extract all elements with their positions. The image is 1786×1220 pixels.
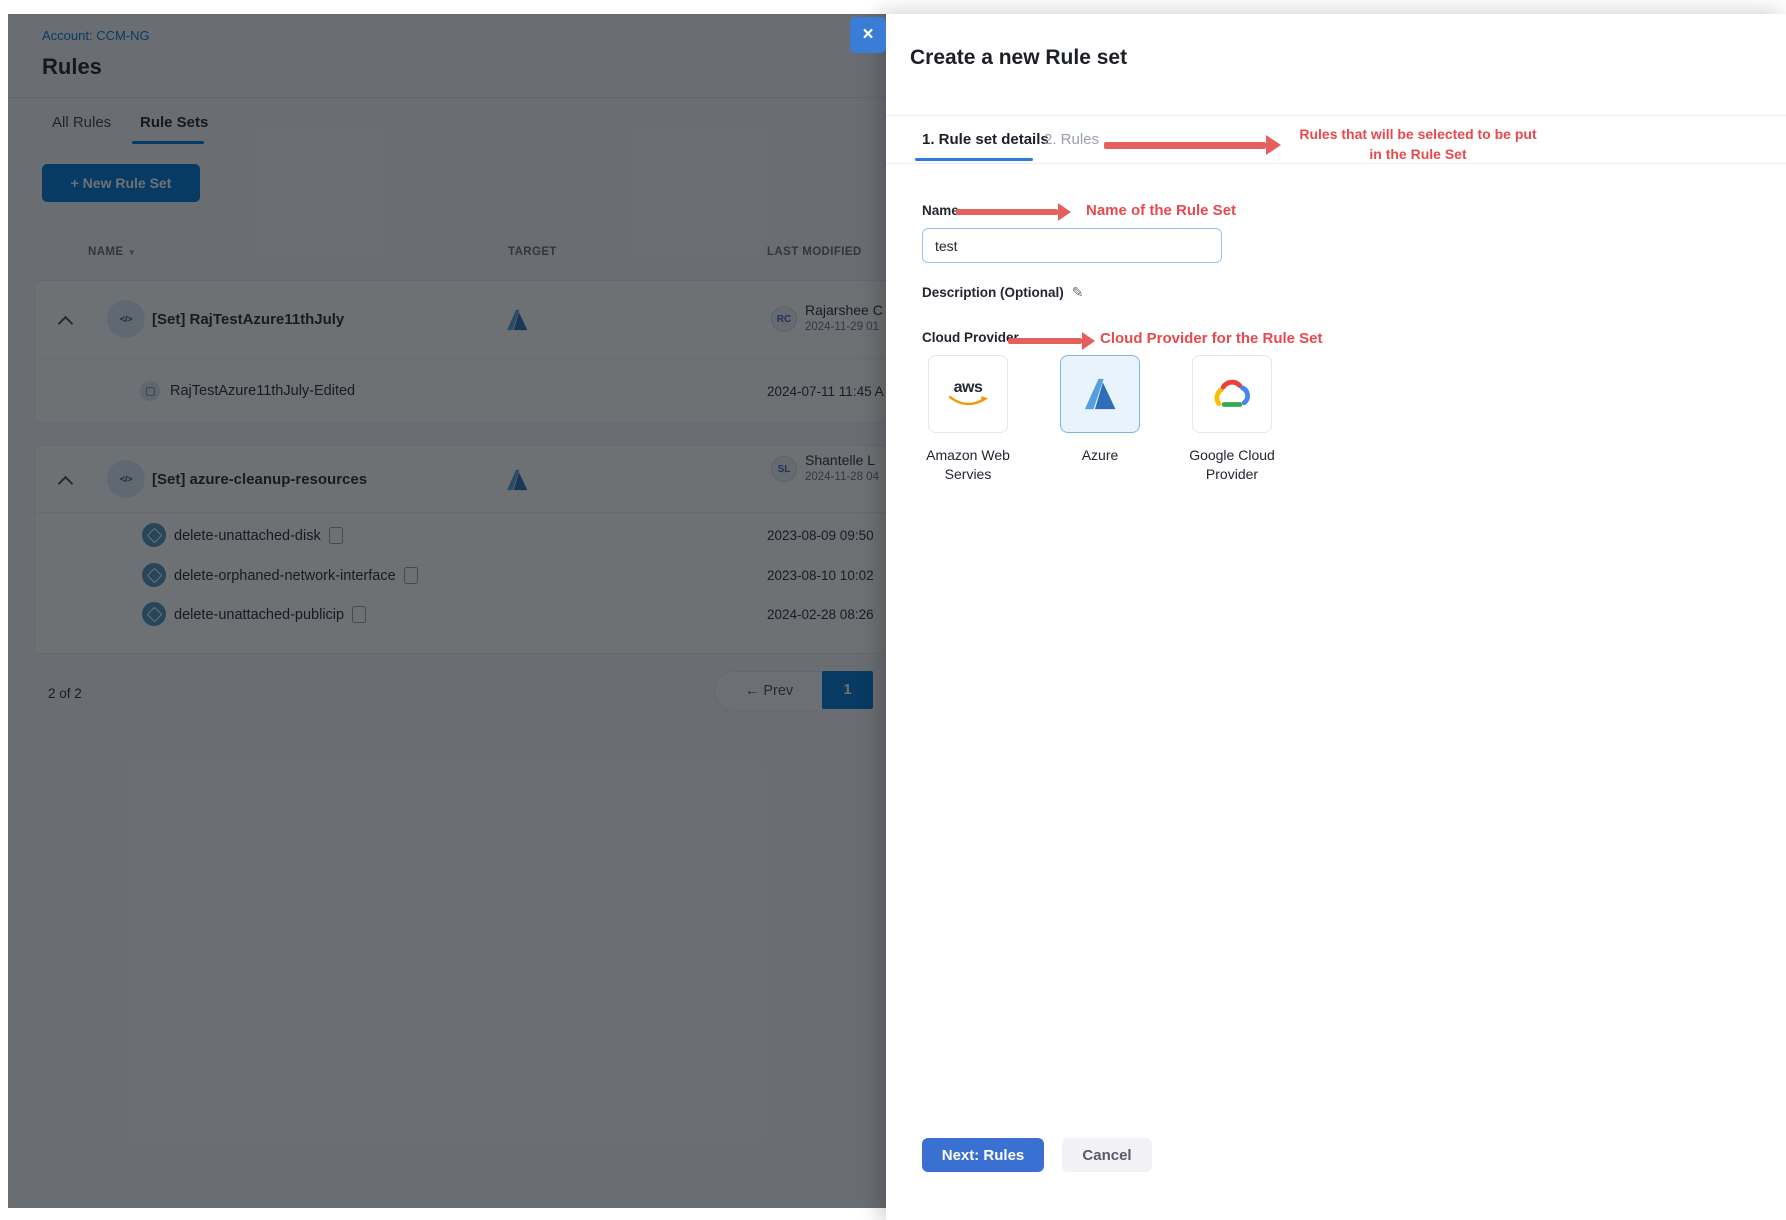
cloud-provider-label: Cloud Provider bbox=[922, 330, 1019, 345]
modal-dim-overlay[interactable] bbox=[8, 14, 886, 1208]
edit-pencil-icon[interactable]: ✎ bbox=[1072, 284, 1084, 301]
annotation-line: Rules that will be selected to be put bbox=[1284, 124, 1552, 144]
annotation-arrow-tip bbox=[1266, 135, 1281, 155]
description-label-text: Description (Optional) bbox=[922, 285, 1064, 300]
annotation-arrow bbox=[956, 209, 1058, 215]
description-label: Description (Optional) ✎ bbox=[922, 284, 1083, 301]
annotation-line: in the Rule Set bbox=[1284, 144, 1552, 164]
provider-label-azure: Azure bbox=[1040, 446, 1160, 465]
provider-label-gcp: Google Cloud Provider bbox=[1172, 446, 1292, 484]
active-step-underline bbox=[915, 158, 1033, 161]
annotation-arrow bbox=[1104, 142, 1266, 149]
create-rule-set-drawer: Create a new Rule set 1. Rule set detail… bbox=[886, 14, 1786, 1220]
screen: Account: CCM-NG Rules All Rules Rule Set… bbox=[0, 0, 1786, 1220]
provider-card-aws[interactable]: aws bbox=[928, 355, 1008, 433]
annotation-arrow-tip bbox=[1058, 203, 1071, 221]
name-input[interactable] bbox=[922, 228, 1222, 263]
provider-card-azure-selected[interactable] bbox=[1060, 355, 1140, 433]
drawer-title: Create a new Rule set bbox=[910, 46, 1127, 70]
aws-smile-icon bbox=[947, 395, 989, 407]
annotation-name: Name of the Rule Set bbox=[1086, 202, 1236, 219]
annotation-cloud-provider: Cloud Provider for the Rule Set bbox=[1100, 330, 1323, 347]
step-rules[interactable]: 2. Rules bbox=[1044, 131, 1099, 148]
aws-logo: aws bbox=[954, 381, 983, 395]
gcp-logo-icon bbox=[1211, 378, 1253, 410]
cancel-button[interactable]: Cancel bbox=[1062, 1138, 1152, 1172]
provider-label-aws: Amazon Web Servies bbox=[908, 446, 1028, 484]
divider bbox=[886, 115, 1786, 116]
provider-card-gcp[interactable] bbox=[1192, 355, 1272, 433]
annotation-arrow-tip bbox=[1082, 332, 1095, 350]
name-label: Name bbox=[922, 203, 959, 218]
next-rules-button[interactable]: Next: Rules bbox=[922, 1138, 1044, 1172]
azure-logo-icon bbox=[1082, 376, 1118, 412]
step-rule-set-details[interactable]: 1. Rule set details bbox=[922, 131, 1049, 148]
annotation-rules-step: Rules that will be selected to be put in… bbox=[1284, 124, 1552, 164]
annotation-arrow bbox=[1008, 338, 1082, 344]
close-drawer-button[interactable]: × bbox=[850, 17, 886, 53]
